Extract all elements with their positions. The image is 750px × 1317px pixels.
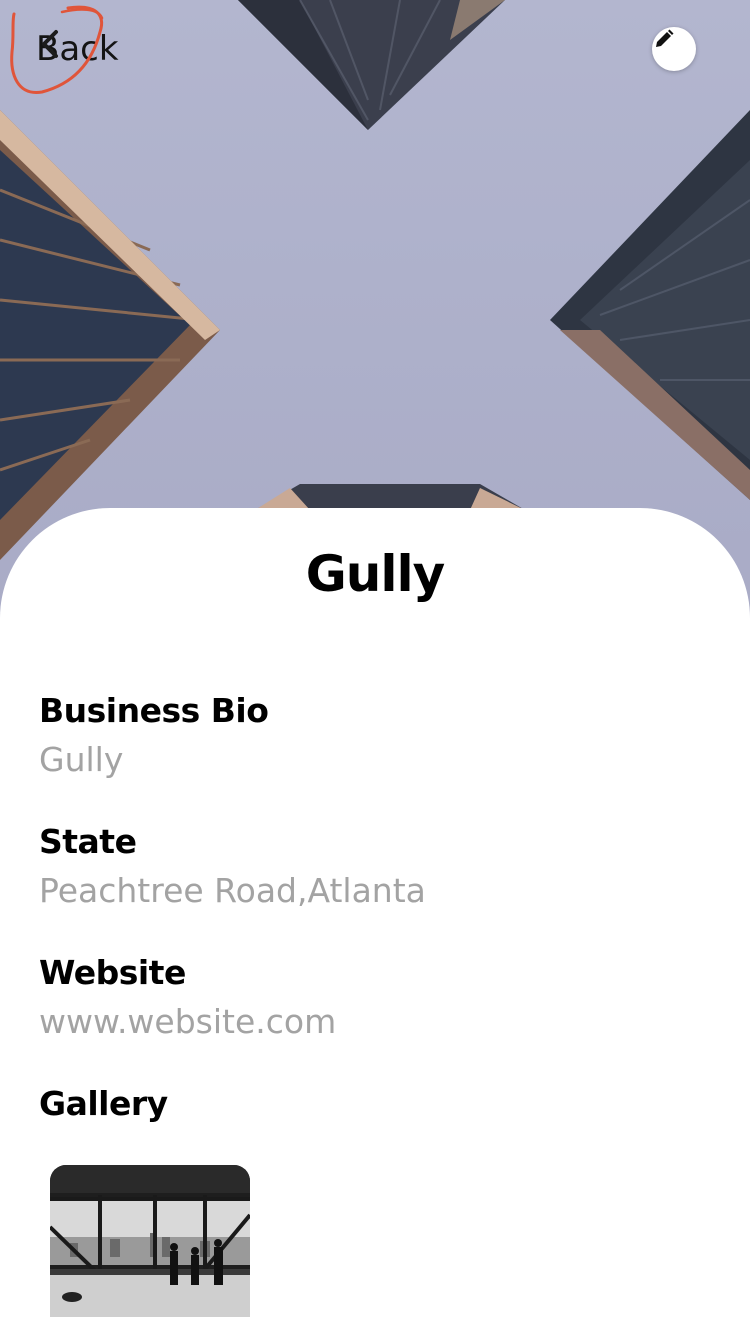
business-bio-label: Business Bio — [39, 691, 269, 730]
profile-name: Gully — [305, 545, 446, 603]
edit-button[interactable] — [652, 27, 696, 71]
annotation-circle — [10, 5, 104, 94]
state-value: Peachtree Road,Atlanta — [39, 871, 426, 910]
website-label: Website — [39, 953, 186, 992]
business-bio-value: Gully — [39, 740, 124, 779]
gallery-photo — [50, 1165, 250, 1317]
website-value[interactable]: www.website.com — [39, 1002, 336, 1041]
pencil-icon — [656, 29, 674, 47]
gallery-thumbnail[interactable] — [50, 1165, 250, 1317]
state-label: State — [39, 822, 137, 861]
gallery-label: Gallery — [39, 1084, 168, 1123]
